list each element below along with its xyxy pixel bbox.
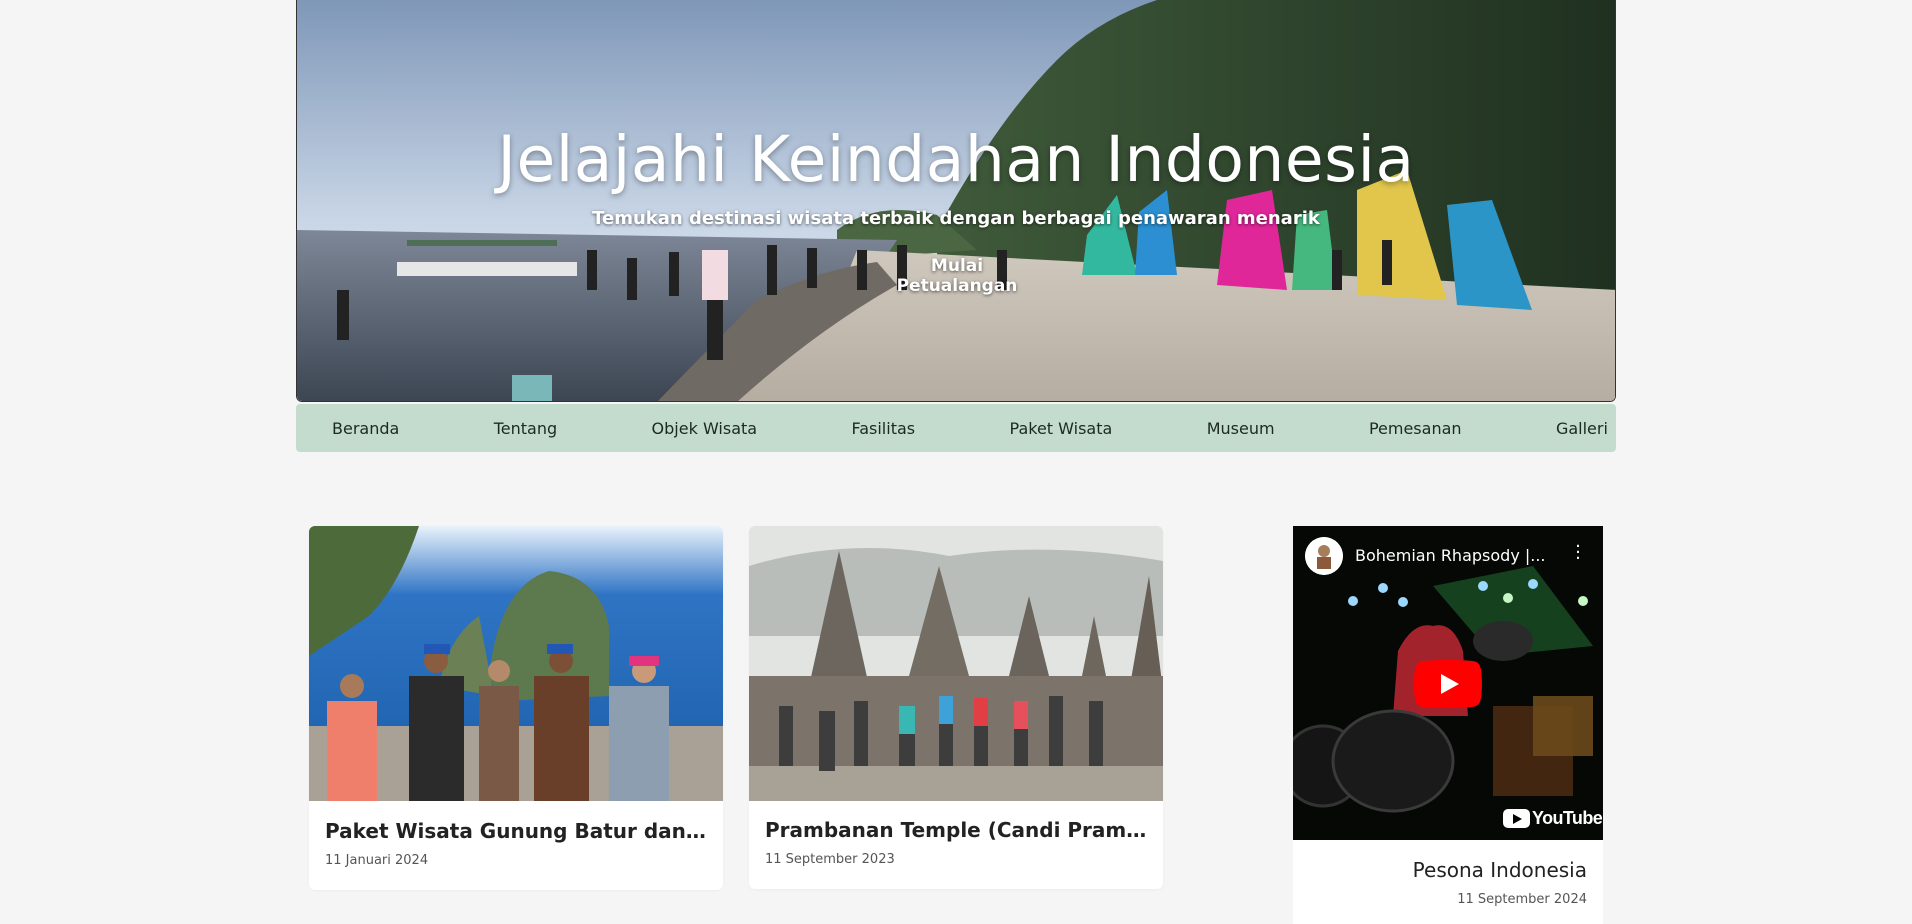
main-navbar: Beranda Tentang Objek Wisata Fasilitas P… [296,404,1616,452]
nav-item-pemesanan[interactable]: Pemesanan [1369,411,1462,446]
hero-background-image [297,0,1615,401]
nav-item-tentang[interactable]: Tentang [494,411,557,446]
hero-title: Jelajahi Keindahan Indonesia [497,123,1415,196]
tour-card[interactable]: Prambanan Temple (Candi Prambanan) 11 Se… [749,526,1163,889]
video-card: Bohemian Rhapsody |... · · · YouTube Peson… [1293,526,1603,924]
start-adventure-button[interactable]: Mulai Petualangan [877,256,1037,296]
play-button-icon[interactable] [1414,660,1482,708]
tour-card-image [749,526,1163,801]
tour-card-image [309,526,723,801]
youtube-brand-text: YouTube [1532,808,1603,828]
tour-card-date: 11 Januari 2024 [325,853,429,868]
nav-item-fasilitas[interactable]: Fasilitas [851,411,915,446]
tour-card-title: Paket Wisata Gunung Batur dan Ayung Raft… [325,819,723,843]
tour-card[interactable]: Paket Wisata Gunung Batur dan Ayung Raft… [309,526,723,890]
hero-banner: Jelajahi Keindahan Indonesia Temukan des… [296,0,1616,402]
youtube-embed[interactable]: Bohemian Rhapsody |... · · · YouTube [1293,526,1603,840]
tour-card-title: Prambanan Temple (Candi Prambanan) [765,818,1163,842]
more-options-icon[interactable]: · · · [1573,538,1583,568]
tour-card-date: 11 September 2023 [765,852,895,867]
video-card-date: 11 September 2024 [1457,892,1587,907]
video-card-title: Pesona Indonesia [1412,858,1587,882]
nav-item-paket-wisata[interactable]: Paket Wisata [1010,411,1113,446]
video-title[interactable]: Bohemian Rhapsody |... [1355,546,1546,565]
youtube-logo[interactable]: YouTube [1503,808,1603,829]
channel-avatar[interactable] [1305,537,1343,575]
nav-item-museum[interactable]: Museum [1207,411,1275,446]
hero-subtitle: Temukan destinasi wisata terbaik dengan … [592,208,1320,229]
nav-item-galleri[interactable]: Galleri [1556,411,1608,446]
nav-item-beranda[interactable]: Beranda [332,411,399,446]
nav-item-objek-wisata[interactable]: Objek Wisata [652,411,758,446]
youtube-play-icon [1503,809,1530,828]
